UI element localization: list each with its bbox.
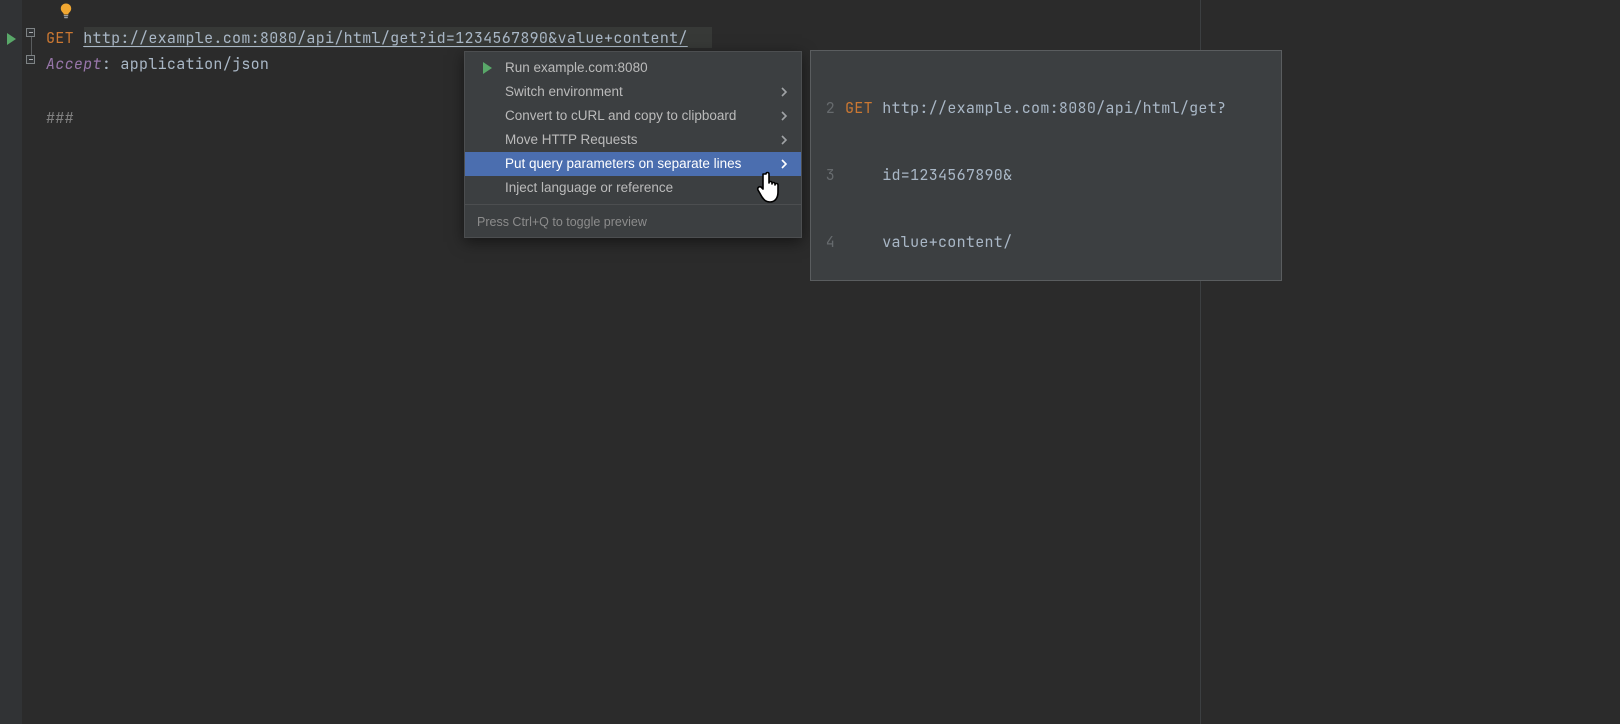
run-gutter-icon[interactable] [3,31,19,47]
preview-text: value+content/ [845,232,1012,252]
intention-menu: Run example.com:8080 Switch environment … [464,51,802,238]
menu-item-label: Inject language or reference [505,180,673,195]
preview-text: id=1234567890& [845,165,1012,185]
menu-item-switch-environment[interactable]: Switch environment [465,80,801,104]
http-request-line[interactable]: GET http://example.com:8080/api/html/get… [46,28,688,50]
fold-handle-bottom[interactable] [26,55,35,64]
chevron-right-icon [777,157,791,171]
menu-item-inject-language[interactable]: Inject language or reference [465,176,801,200]
http-header-value: : application/json [102,54,269,74]
intention-bulb-icon[interactable] [56,1,76,21]
menu-item-convert-curl[interactable]: Convert to cURL and copy to clipboard [465,104,801,128]
menu-item-label: Convert to cURL and copy to clipboard [505,108,736,123]
preview-row: 2 GET http://example.com:8080/api/html/ge… [811,95,1281,122]
run-gutter [0,0,22,724]
preview-row: 3 id=1234567890& [811,162,1281,189]
menu-item-move-requests[interactable]: Move HTTP Requests [465,128,801,152]
menu-separator [465,204,801,205]
http-separator[interactable]: ### [46,108,74,128]
preview-line-number: 4 [817,229,835,256]
preview-line-number: 2 [817,95,835,122]
fold-gutter [22,0,42,724]
chevron-right-icon [777,109,791,123]
http-url: http://example.com:8080/api/html/get?id=… [83,28,688,48]
preview-method: GET [845,98,873,118]
preview-text: http://example.com:8080/api/html/get? [882,98,1226,118]
menu-hint: Press Ctrl+Q to toggle preview [465,209,801,237]
chevron-right-icon [777,133,791,147]
run-icon [479,60,495,76]
menu-item-run[interactable]: Run example.com:8080 [465,56,801,80]
preview-tooltip: 2 GET http://example.com:8080/api/html/ge… [810,50,1282,281]
fold-handle-top[interactable] [26,28,35,37]
http-header-line[interactable]: Accept: application/json [46,54,269,74]
preview-line-number: 3 [817,162,835,189]
menu-item-label: Run example.com:8080 [505,60,648,75]
menu-item-put-query-params[interactable]: Put query parameters on separate lines [465,152,801,176]
menu-item-label: Move HTTP Requests [505,132,638,147]
http-header-name: Accept [46,54,102,74]
menu-item-label: Put query parameters on separate lines [505,156,741,171]
chevron-right-icon [777,85,791,99]
preview-row: 4 value+content/ [811,229,1281,256]
menu-item-label: Switch environment [505,84,623,99]
http-method: GET [46,28,74,48]
